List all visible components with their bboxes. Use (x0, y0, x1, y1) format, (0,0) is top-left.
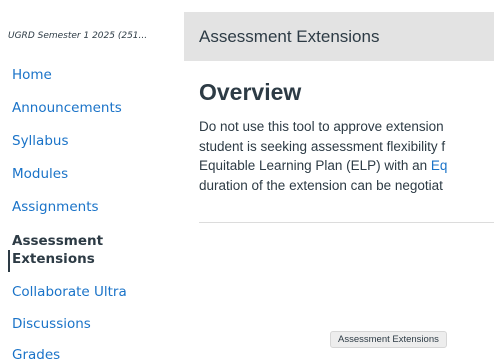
page-header-title: Assessment Extensions (199, 27, 380, 46)
overview-paragraph: Do not use this tool to approve extensio… (199, 117, 494, 195)
content-divider (199, 222, 494, 223)
overview-heading: Overview (199, 80, 302, 105)
paragraph-line: Do not use this tool to approve extensio… (199, 119, 444, 134)
page-header: Assessment Extensions (184, 12, 494, 61)
nav-collaborate-ultra[interactable]: Collaborate Ultra (12, 283, 127, 301)
active-nav-indicator (8, 250, 10, 272)
nav-home[interactable]: Home (12, 66, 52, 84)
paragraph-line-text: Equitable Learning Plan (ELP) with an (199, 158, 431, 173)
nav-assignments[interactable]: Assignments (12, 198, 99, 216)
course-title[interactable]: UGRD Semester 1 2025 (251... (8, 31, 147, 41)
course-navigation: UGRD Semester 1 2025 (251... Home Announ… (0, 0, 184, 363)
nav-discussions[interactable]: Discussions (12, 315, 91, 333)
nav-grades[interactable]: Grades (12, 346, 60, 364)
elp-link[interactable]: Eq (431, 158, 448, 173)
nav-assessment-extensions[interactable]: Assessment Extensions (12, 232, 132, 268)
nav-syllabus[interactable]: Syllabus (12, 132, 69, 150)
nav-announcements[interactable]: Announcements (12, 99, 122, 117)
tooltip: Assessment Extensions (330, 331, 447, 348)
nav-modules[interactable]: Modules (12, 165, 68, 183)
paragraph-line: student is seeking assessment flexibilit… (199, 138, 446, 154)
paragraph-line: Equitable Learning Plan (ELP) with an Eq (199, 156, 494, 176)
paragraph-line: duration of the extension can be negotia… (199, 177, 443, 193)
main-content: Overview Do not use this tool to approve… (199, 80, 494, 280)
